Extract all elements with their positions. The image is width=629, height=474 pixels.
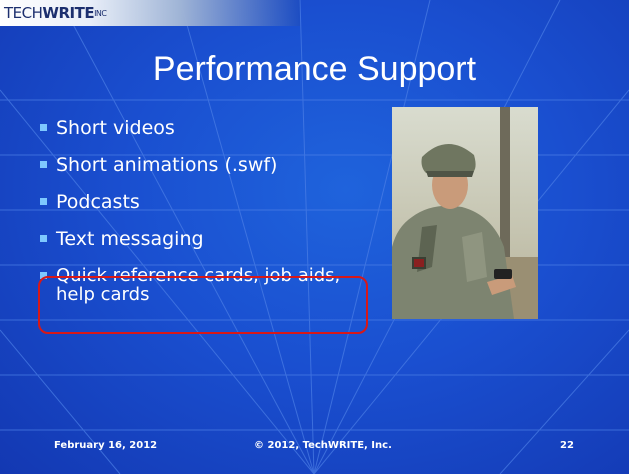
slide: TECHWRITEINC Performance Support Short v…: [0, 0, 629, 474]
bullet-text: Short animations (.swf): [56, 154, 278, 176]
soldier-photo-graphic: [392, 107, 538, 319]
footer-page-number: 22: [560, 440, 574, 451]
logo-bold: WRITE: [42, 4, 95, 22]
bullet-square-icon: [40, 124, 47, 131]
footer-date: February 16, 2012: [54, 440, 158, 451]
soldier-photo: [392, 107, 538, 319]
footer-copyright: © 2012, TechWRITE, Inc.: [254, 440, 392, 451]
bullet-text: Text messaging: [56, 228, 204, 250]
logo-suffix: INC: [94, 9, 107, 18]
logo-banner: TECHWRITEINC: [0, 0, 300, 26]
bullet-square-icon: [40, 198, 47, 205]
bullet-item: Podcasts: [40, 192, 370, 212]
bullet-square-icon: [40, 161, 47, 168]
highlight-box: [38, 276, 368, 334]
bullet-text: Short videos: [56, 117, 175, 139]
bullet-item: Text messaging: [40, 229, 370, 249]
bullet-square-icon: [40, 235, 47, 242]
slide-title: Performance Support: [152, 50, 477, 88]
bullet-item: Short videos: [40, 118, 370, 138]
bullet-item: Short animations (.swf): [40, 155, 370, 175]
logo-prefix: TECH: [4, 4, 43, 22]
bullet-text: Podcasts: [56, 191, 140, 213]
company-logo: TECHWRITEINC: [4, 4, 107, 22]
